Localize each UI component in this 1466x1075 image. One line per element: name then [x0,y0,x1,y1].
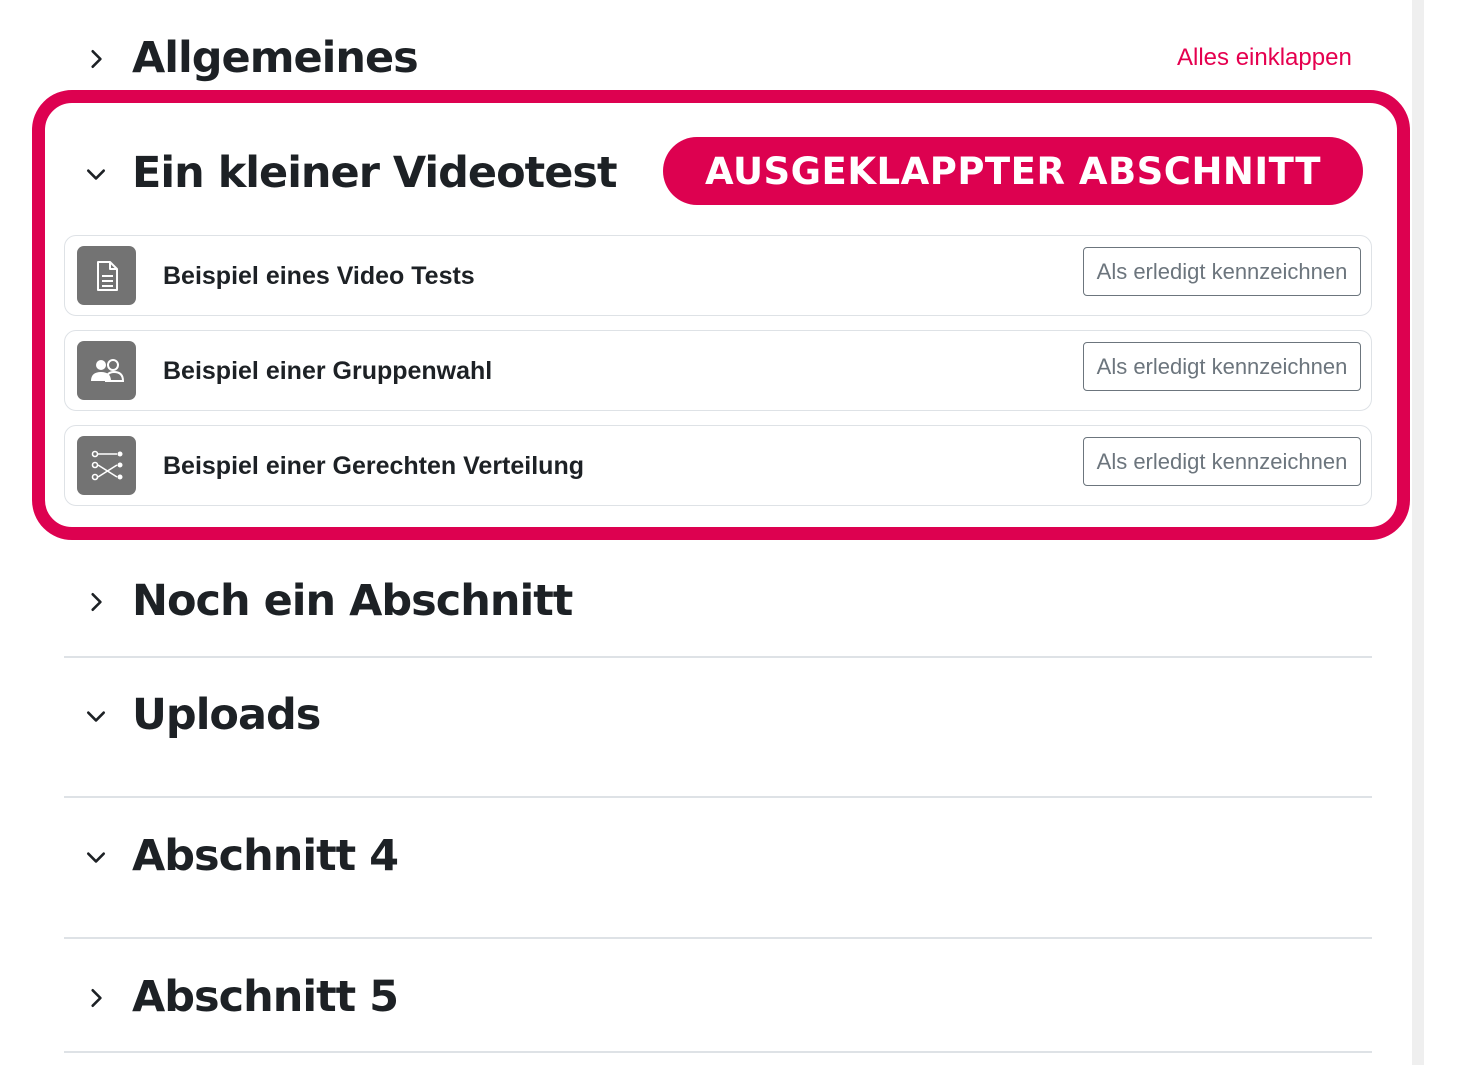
section-title: Noch ein Abschnitt [132,576,573,626]
section-header-noch-ein-abschnitt[interactable]: Noch ein Abschnitt [76,576,573,626]
mark-as-done-button[interactable]: Als erledigt kennzeichnen [1083,437,1361,486]
chevron-right-icon[interactable] [76,39,116,79]
collapse-all-link[interactable]: Alles einklappen [1177,44,1352,72]
activity-name[interactable]: Beispiel eines Video Tests [163,262,475,291]
section-divider [64,796,1372,798]
activity-name[interactable]: Beispiel einer Gerechten Verteilung [163,452,584,481]
section-divider [64,656,1372,658]
document-icon[interactable] [77,246,136,305]
activity-row: Beispiel einer Gerechten Verteilung Als … [64,425,1372,506]
section-header-abschnitt-4[interactable]: Abschnitt 4 [76,831,399,881]
section-title: Uploads [132,690,321,740]
chevron-down-icon[interactable] [76,696,116,736]
scrollbar[interactable] [1412,0,1424,1065]
section-header-uploads[interactable]: Uploads [76,690,321,740]
section-header-ein-kleiner-videotest[interactable]: Ein kleiner Videotest [76,148,618,198]
section-title: Abschnitt 4 [132,831,399,881]
section-divider [64,937,1372,939]
section-title: Allgemeines [132,33,419,83]
section-title: Abschnitt 5 [132,972,399,1022]
section-title: Ein kleiner Videotest [132,148,618,198]
highlight-badge: AUSGEKLAPPTER ABSCHNITT [663,137,1363,205]
activity-row: Beispiel eines Video Tests Als erledigt … [64,235,1372,316]
section-divider [64,1051,1372,1053]
chevron-down-icon[interactable] [76,154,116,194]
section-header-abschnitt-5[interactable]: Abschnitt 5 [76,972,399,1022]
ratings-allocation-icon[interactable] [77,436,136,495]
activity-row: Beispiel einer Gruppenwahl Als erledigt … [64,330,1372,411]
chevron-right-icon[interactable] [76,582,116,622]
group-choice-icon[interactable] [77,341,136,400]
activity-name[interactable]: Beispiel einer Gruppenwahl [163,357,492,386]
mark-as-done-button[interactable]: Als erledigt kennzeichnen [1083,342,1361,391]
section-header-allgemeines[interactable]: Allgemeines [76,33,419,83]
mark-as-done-button[interactable]: Als erledigt kennzeichnen [1083,247,1361,296]
chevron-right-icon[interactable] [76,978,116,1018]
chevron-down-icon[interactable] [76,837,116,877]
